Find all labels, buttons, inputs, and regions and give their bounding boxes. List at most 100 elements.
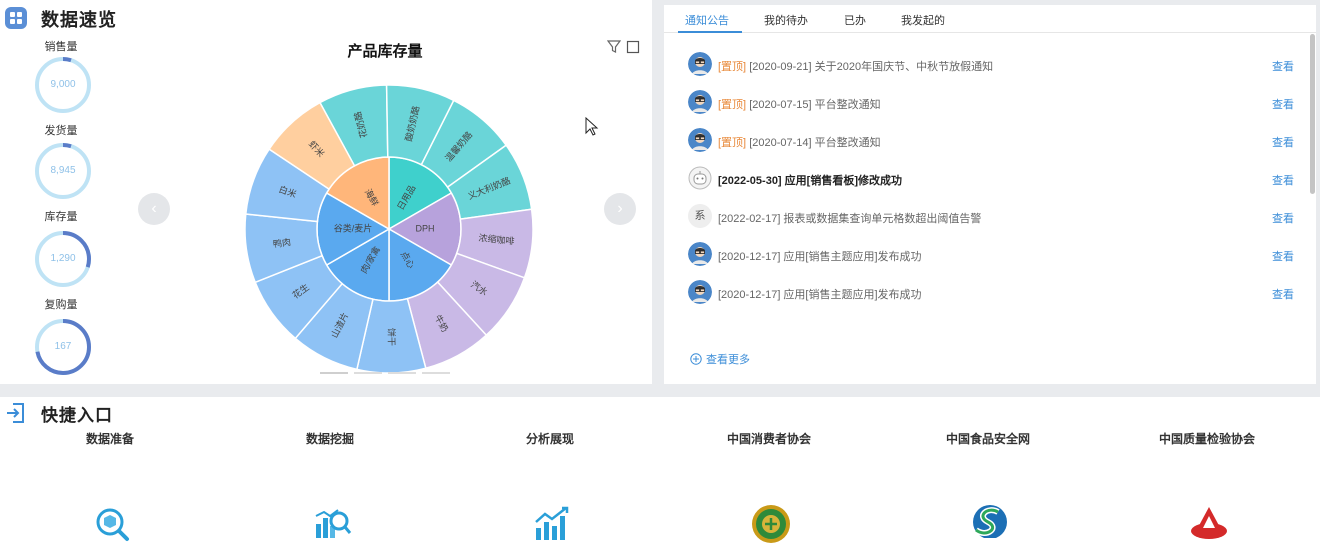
- view-link[interactable]: 查看: [1272, 248, 1294, 264]
- notice-title: [2020-12-17] 应用[销售主题应用]发布成功: [718, 251, 922, 263]
- quality-inspection-logo[interactable]: [1189, 504, 1229, 544]
- view-more-link[interactable]: 查看更多: [690, 351, 750, 367]
- notice-title: [2022-05-30] 应用[销售看板]修改成功: [718, 175, 902, 187]
- metric-label: 库存量: [44, 211, 78, 223]
- notice-title: [2022-02-17] 报表或数据集查询单元格数超出阈值告警: [718, 213, 982, 225]
- shortcut-label: 数据准备: [85, 432, 134, 446]
- notice-text[interactable]: [置顶] [2020-09-21] 关于2020年国庆节、中秋节放假通知: [718, 58, 993, 74]
- filter-icon: [607, 40, 621, 53]
- notice-text[interactable]: [2020-12-17] 应用[销售主题应用]发布成功: [718, 248, 922, 264]
- notice-text[interactable]: [置顶] [2020-07-14] 平台整改通知: [718, 134, 881, 150]
- dashboard-icon: [5, 7, 27, 29]
- shortcut-item[interactable]: 中国食品安全网: [878, 430, 1098, 555]
- metric-label: 销售量: [44, 41, 78, 53]
- shortcut-item[interactable]: 中国质量检验协会: [1097, 430, 1317, 555]
- view-link[interactable]: 查看: [1272, 286, 1294, 302]
- sunburst-label: 饼干: [386, 328, 397, 346]
- tab-todo[interactable]: 我的待办: [764, 12, 808, 28]
- data-prep-icon[interactable]: [92, 504, 132, 544]
- tab-initiated[interactable]: 我发起的: [901, 12, 945, 28]
- robot-avatar-icon: [688, 166, 712, 190]
- notice-text[interactable]: [2022-05-30] 应用[销售看板]修改成功: [718, 172, 902, 188]
- user-avatar: [688, 52, 712, 76]
- notice-text[interactable]: [2022-02-17] 报表或数据集查询单元格数超出阈值告警: [718, 210, 981, 226]
- metric-gauge: 167: [34, 318, 92, 376]
- square-icon: [626, 40, 640, 54]
- carousel-dot[interactable]: [388, 372, 416, 374]
- fullscreen-button[interactable]: [623, 37, 643, 57]
- metric-value: 167: [54, 341, 72, 352]
- metric-gauge: 9,000: [34, 56, 92, 114]
- user-avatar: [688, 128, 712, 152]
- pinned-tag: [置顶]: [718, 99, 747, 111]
- view-more-label: 查看更多: [706, 354, 750, 366]
- metric-gauge: 1,290: [34, 230, 92, 288]
- shortcuts-title: 快捷入口: [41, 406, 113, 425]
- tab-done[interactable]: 已办: [844, 12, 866, 28]
- view-link[interactable]: 查看: [1272, 210, 1294, 226]
- notice-title: [2020-09-21] 关于2020年国庆节、中秋节放假通知: [749, 61, 994, 73]
- notice-item[interactable]: [2020-12-17] 应用[销售主题应用]发布成功 查看: [688, 280, 1294, 306]
- view-link[interactable]: 查看: [1272, 172, 1294, 188]
- shortcut-label: 分析展现: [525, 432, 574, 446]
- user-avatar: [688, 280, 712, 304]
- user-avatar: [688, 90, 712, 114]
- scrollbar[interactable]: [1310, 34, 1315, 194]
- active-tab-indicator: [678, 31, 742, 33]
- carousel-dot[interactable]: [422, 372, 450, 374]
- notices-panel: 通知公告 我的待办 已办 我发起的 [置顶] [2020-09-21] 关于20…: [664, 5, 1316, 384]
- plus-circle-icon: [690, 353, 702, 365]
- notice-item[interactable]: [2022-05-30] 应用[销售看板]修改成功 查看: [688, 166, 1294, 192]
- metric-value: 8,945: [50, 165, 76, 176]
- chevron-left-icon: ‹: [151, 200, 157, 217]
- next-chart-button[interactable]: ›: [604, 193, 636, 225]
- view-link[interactable]: 查看: [1272, 134, 1294, 150]
- metric-label: 发货量: [44, 125, 78, 137]
- overview-title: 数据速览: [41, 10, 117, 30]
- prev-chart-button[interactable]: ‹: [138, 193, 170, 225]
- shortcuts-panel: 快捷入口 数据准备 数据挖掘 分析展现 中国消费者协会 中国食品安全网 中国质量检验协会: [0, 397, 1320, 560]
- notice-title: [2020-07-14] 平台整改通知: [749, 137, 881, 149]
- metric-gauge: 8,945: [34, 142, 92, 200]
- pinned-tag: [置顶]: [718, 61, 747, 73]
- shortcut-label: 中国消费者协会: [726, 432, 811, 446]
- consumer-association-logo[interactable]: [751, 504, 791, 544]
- analysis-icon[interactable]: [532, 504, 572, 544]
- notice-item[interactable]: 系 [2022-02-17] 报表或数据集查询单元格数超出阈值告警 查看: [688, 204, 1294, 230]
- view-link[interactable]: 查看: [1272, 96, 1294, 112]
- login-entry-icon: [7, 403, 24, 423]
- notice-item[interactable]: [置顶] [2020-09-21] 关于2020年国庆节、中秋节放假通知 查看: [688, 52, 1294, 78]
- shortcut-label: 中国质量检验协会: [1158, 432, 1255, 446]
- chevron-right-icon: ›: [617, 200, 623, 217]
- metric-value: 1,290: [50, 253, 76, 264]
- tab-notices[interactable]: 通知公告: [685, 12, 729, 28]
- shortcut-label: 中国食品安全网: [945, 432, 1030, 446]
- notice-tabs: 通知公告 我的待办 已办 我发起的: [664, 5, 1316, 33]
- notice-text[interactable]: [置顶] [2020-07-15] 平台整改通知: [718, 96, 881, 112]
- pinned-tag: [置顶]: [718, 137, 747, 149]
- shortcut-label: 数据挖掘: [305, 432, 354, 446]
- carousel-dot-active[interactable]: [320, 372, 348, 374]
- notice-text[interactable]: [2020-12-17] 应用[销售主题应用]发布成功: [718, 286, 922, 302]
- mouse-cursor-icon: [585, 117, 599, 136]
- user-avatar: [688, 242, 712, 266]
- shortcut-item[interactable]: 分析展现: [440, 430, 660, 555]
- sunburst-label: 谷类/麦片: [334, 222, 373, 233]
- metric-value: 9,000: [50, 79, 76, 90]
- data-mining-icon[interactable]: [312, 504, 352, 544]
- carousel-dot[interactable]: [354, 372, 382, 374]
- notice-item[interactable]: [置顶] [2020-07-15] 平台整改通知 查看: [688, 90, 1294, 116]
- filter-button[interactable]: [604, 37, 624, 57]
- shortcut-item[interactable]: 中国消费者协会: [659, 430, 879, 555]
- notice-item[interactable]: [置顶] [2020-07-14] 平台整改通知 查看: [688, 128, 1294, 154]
- system-avatar: 系: [688, 204, 712, 228]
- shortcut-item[interactable]: 数据挖掘: [220, 430, 440, 555]
- food-safety-logo[interactable]: [970, 504, 1010, 544]
- notice-item[interactable]: [2020-12-17] 应用[销售主题应用]发布成功 查看: [688, 242, 1294, 268]
- shortcut-item[interactable]: 数据准备: [0, 430, 220, 555]
- sunburst-label: DPH: [415, 223, 434, 233]
- notice-title: [2020-07-15] 平台整改通知: [749, 99, 881, 111]
- view-link[interactable]: 查看: [1272, 58, 1294, 74]
- metric-label: 复购量: [44, 299, 78, 311]
- notice-title: [2020-12-17] 应用[销售主题应用]发布成功: [718, 289, 922, 301]
